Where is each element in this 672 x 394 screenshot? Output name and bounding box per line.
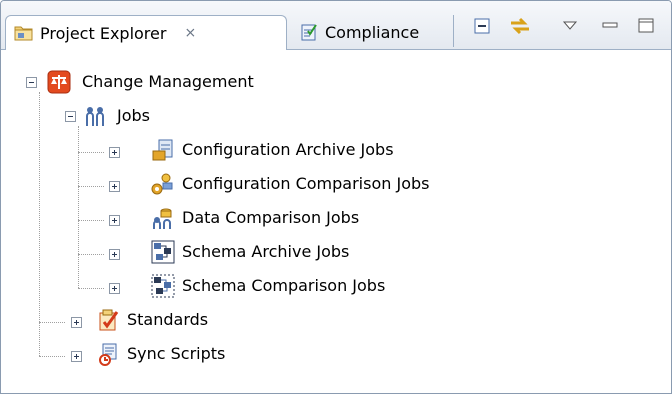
tree-connector <box>78 254 104 255</box>
sync-scripts-icon <box>97 342 121 366</box>
tree-connector <box>78 220 104 221</box>
tree-connector <box>78 288 104 289</box>
configuration-comparison-icon <box>151 172 175 196</box>
expand-toggle[interactable] <box>109 283 120 294</box>
tree-item-configuration-comparison-jobs[interactable]: Configuration Comparison Jobs <box>182 174 429 194</box>
project-explorer-view: Project Explorer ⨯ Compliance Change Man… <box>0 0 672 394</box>
tree-item-schema-comparison-jobs[interactable]: Schema Comparison Jobs <box>182 276 385 296</box>
tree-item-schema-archive-jobs[interactable]: Schema Archive Jobs <box>182 242 349 262</box>
expand-toggle[interactable] <box>71 351 82 362</box>
tree-item-jobs[interactable]: Jobs <box>117 106 150 126</box>
minimize-icon[interactable] <box>597 13 623 39</box>
standards-icon <box>97 308 121 332</box>
tree-connector <box>39 92 40 356</box>
tab-label: Project Explorer <box>40 23 167 43</box>
tree-connector <box>39 356 65 357</box>
close-icon[interactable]: ⨯ <box>184 25 196 41</box>
change-management-icon <box>47 70 71 94</box>
folder-project-icon <box>14 24 34 42</box>
tab-separator <box>453 15 454 47</box>
expand-toggle[interactable] <box>109 181 120 192</box>
tab-project-explorer[interactable]: Project Explorer ⨯ <box>5 15 287 50</box>
tree-item-data-comparison-jobs[interactable]: Data Comparison Jobs <box>182 208 359 228</box>
expand-toggle[interactable] <box>109 249 120 260</box>
view-tab-bar: Project Explorer ⨯ Compliance <box>1 1 671 50</box>
schema-archive-icon <box>151 240 175 264</box>
data-comparison-icon <box>151 206 175 230</box>
tree-connector <box>78 126 79 288</box>
compliance-report-icon <box>299 22 319 42</box>
tree-connector <box>78 152 104 153</box>
schema-comparison-icon <box>151 274 175 298</box>
expand-toggle[interactable] <box>109 215 120 226</box>
expand-toggle[interactable] <box>71 317 82 328</box>
tab-label: Compliance <box>325 22 420 42</box>
jobs-icon <box>83 104 107 128</box>
configuration-archive-icon <box>151 138 175 162</box>
tree-connector <box>78 186 104 187</box>
view-menu-icon[interactable] <box>557 13 583 39</box>
tree-item-change-management[interactable]: Change Management <box>82 72 254 92</box>
link-with-editor-icon[interactable] <box>507 13 533 39</box>
collapse-all-icon[interactable] <box>469 13 495 39</box>
tree-item-sync-scripts[interactable]: Sync Scripts <box>127 344 225 364</box>
project-tree: Change Management Jobs Configuration Arc… <box>1 50 671 393</box>
tree-item-standards[interactable]: Standards <box>127 310 208 330</box>
tree-connector <box>39 322 65 323</box>
tree-item-configuration-archive-jobs[interactable]: Configuration Archive Jobs <box>182 140 394 160</box>
collapse-toggle[interactable] <box>26 77 37 88</box>
expand-toggle[interactable] <box>109 147 120 158</box>
collapse-toggle[interactable] <box>65 111 76 122</box>
tab-compliance[interactable]: Compliance <box>291 15 453 49</box>
maximize-icon[interactable] <box>633 13 659 39</box>
